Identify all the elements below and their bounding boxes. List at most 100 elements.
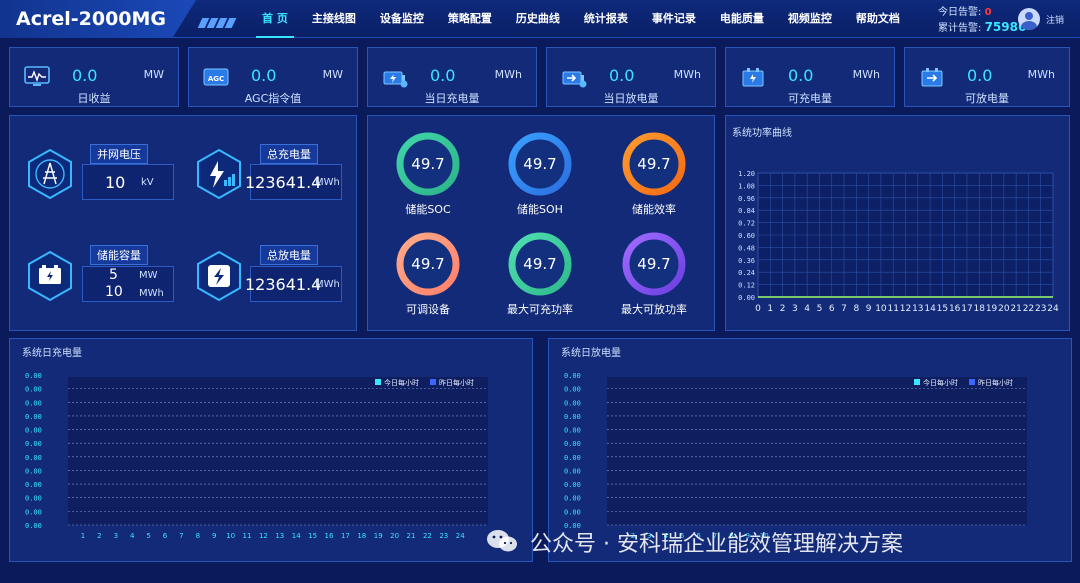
gauges-svg: 49.7 储能SOC 49.7 储能SOH 49.7 储能效率 49.7 可调设备 49.7 最大… xyxy=(396,132,687,316)
legend-today[interactable]: 今日每小时 xyxy=(923,378,958,387)
y-tick-label: 0.00 xyxy=(25,467,42,475)
kpi-label: 可放电量 xyxy=(965,92,1009,105)
x-tick-label: 5 xyxy=(817,304,823,314)
gauge-label: 最大可充功率 xyxy=(507,302,573,316)
gauge-value: 49.7 xyxy=(411,155,444,173)
kpi-agc-command: AGC 0.0 MW AGC指令值 xyxy=(188,47,358,107)
chargeable-icon xyxy=(742,68,764,87)
legend-yesterday[interactable]: 昨日每小时 xyxy=(978,378,1013,387)
y-tick-label: 0.12 xyxy=(738,282,755,290)
x-tick-label: 2 xyxy=(780,304,786,314)
gauges-panel: 49.7 储能SOC 49.7 储能SOH 49.7 储能效率 49.7 可调设备 49.7 最大… xyxy=(367,115,715,331)
y-tick-label: 0.00 xyxy=(25,372,42,380)
grid-info-panel: 并网电压 10 kV 总充电量 123641.4 MWh 储能容量 5 MW 1… xyxy=(9,115,357,331)
kpi-unit: MW xyxy=(322,68,343,81)
y-tick-label: 1.20 xyxy=(738,170,755,178)
gauge-ring: 49.7 储能SOH xyxy=(508,132,572,216)
today-alarm-count[interactable]: 0 xyxy=(985,7,992,18)
nav-help[interactable]: 帮助文档 xyxy=(844,0,912,38)
nav-device-monitor[interactable]: 设备监控 xyxy=(368,0,436,38)
gauge-label: 储能SOH xyxy=(517,202,563,216)
y-tick-label: 0.96 xyxy=(738,195,755,203)
main-nav: 首 页 主接线图 设备监控 策略配置 历史曲线 统计报表 事件记录 电能质量 视… xyxy=(250,0,912,38)
y-tick-label: 0.48 xyxy=(738,244,755,252)
wechat-icon xyxy=(487,530,517,552)
total-charge-label: 总充电量 xyxy=(260,144,318,164)
watermark-text: 公众号 · 安科瑞企业能效管理解决方案 xyxy=(530,532,903,557)
kpi-today-discharge: 0.0 MWh 当日放电量 xyxy=(546,47,716,107)
kpi-unit: MWh xyxy=(494,68,522,81)
avatar[interactable] xyxy=(1018,8,1040,30)
legend-swatch-yesterday xyxy=(430,379,436,385)
y-tick-label: 0.84 xyxy=(738,207,755,215)
agc-icon: AGC xyxy=(203,68,229,86)
y-tick-label: 0.00 xyxy=(25,413,42,421)
gauge-value: 49.7 xyxy=(637,255,670,273)
nav-event-log[interactable]: 事件记录 xyxy=(640,0,708,38)
nav-wiring-diagram[interactable]: 主接线图 xyxy=(300,0,368,38)
nav-history-curve[interactable]: 历史曲线 xyxy=(504,0,572,38)
y-tick-label: 0.00 xyxy=(564,427,581,435)
kpi-value: 0.0 xyxy=(967,66,993,85)
x-tick-label: 22 xyxy=(423,532,432,540)
voltage-unit: kV xyxy=(141,177,154,188)
legend-swatch-today xyxy=(914,379,920,385)
x-tick-label: 24 xyxy=(1047,304,1059,314)
capacity-energy-unit: MWh xyxy=(139,288,164,299)
gauge-ring: 49.7 最大可充功率 xyxy=(507,232,573,316)
x-tick-label: 10 xyxy=(875,304,887,314)
voltage-value: 10 xyxy=(105,173,126,192)
x-tick-label: 15 xyxy=(937,304,948,314)
nav-strategy-config[interactable]: 策略配置 xyxy=(436,0,504,38)
x-tick-label: 6 xyxy=(163,532,168,540)
y-tick-label: 1.08 xyxy=(738,182,755,190)
kpi-value: 0.0 xyxy=(430,66,456,85)
x-tick-label: 7 xyxy=(841,304,847,314)
legend-today[interactable]: 今日每小时 xyxy=(384,378,419,387)
nav-video-monitor[interactable]: 视频监控 xyxy=(776,0,844,38)
kpi-unit: MWh xyxy=(1027,68,1055,81)
x-tick-label: 5 xyxy=(146,532,150,540)
kpi-today-charge: 0.0 MWh 当日充电量 xyxy=(367,47,537,107)
nav-power-quality[interactable]: 电能质量 xyxy=(708,0,776,38)
x-tick-label: 0 xyxy=(755,304,761,314)
x-tick-label: 12 xyxy=(259,532,268,540)
plot-area xyxy=(607,377,1027,525)
kpi-label: 当日放电量 xyxy=(603,92,659,105)
x-tick-label: 8 xyxy=(196,532,200,540)
user-menu[interactable] xyxy=(1018,8,1040,30)
y-tick-label: 0.24 xyxy=(738,269,755,277)
y-tick-label: 0.00 xyxy=(25,399,42,407)
x-tick-label: 14 xyxy=(292,532,301,540)
legend-yesterday[interactable]: 昨日每小时 xyxy=(439,378,474,387)
today-alarm-label: 今日告警: xyxy=(938,7,982,18)
dischargeable-icon xyxy=(921,68,943,87)
nav-home[interactable]: 首 页 xyxy=(250,0,300,38)
lightning-icon xyxy=(197,148,241,200)
gauge-label: 可调设备 xyxy=(406,302,450,316)
y-tick-label: 0.00 xyxy=(25,522,42,530)
battery-charge-icon xyxy=(383,71,408,88)
y-tick-label: 0.00 xyxy=(564,399,581,407)
x-tick-label: 4 xyxy=(130,532,135,540)
x-tick-label: 18 xyxy=(357,532,366,540)
y-tick-label: 0.00 xyxy=(564,372,581,380)
x-tick-label: 20 xyxy=(998,304,1010,314)
kpi-value: 0.0 xyxy=(788,66,814,85)
kpi-label: AGC指令值 xyxy=(244,92,302,105)
discharge-icon xyxy=(197,250,241,302)
x-tick-label: 1 xyxy=(81,532,85,540)
monitor-chart-icon xyxy=(24,66,50,86)
y-tick-label: 0.00 xyxy=(564,481,581,489)
x-tick-label: 19 xyxy=(986,304,998,314)
x-tick-label: 9 xyxy=(212,532,216,540)
logout-link[interactable]: 注销 xyxy=(1046,13,1064,26)
total-discharge-unit: MWh xyxy=(315,279,340,290)
total-charge-value: 123641.4 xyxy=(245,173,322,192)
nav-report[interactable]: 统计报表 xyxy=(572,0,640,38)
y-tick-label: 0.00 xyxy=(564,467,581,475)
x-tick-label: 21 xyxy=(1010,304,1021,314)
kpi-unit: MWh xyxy=(673,68,701,81)
x-tick-label: 17 xyxy=(961,304,972,314)
plot-area xyxy=(68,377,488,525)
